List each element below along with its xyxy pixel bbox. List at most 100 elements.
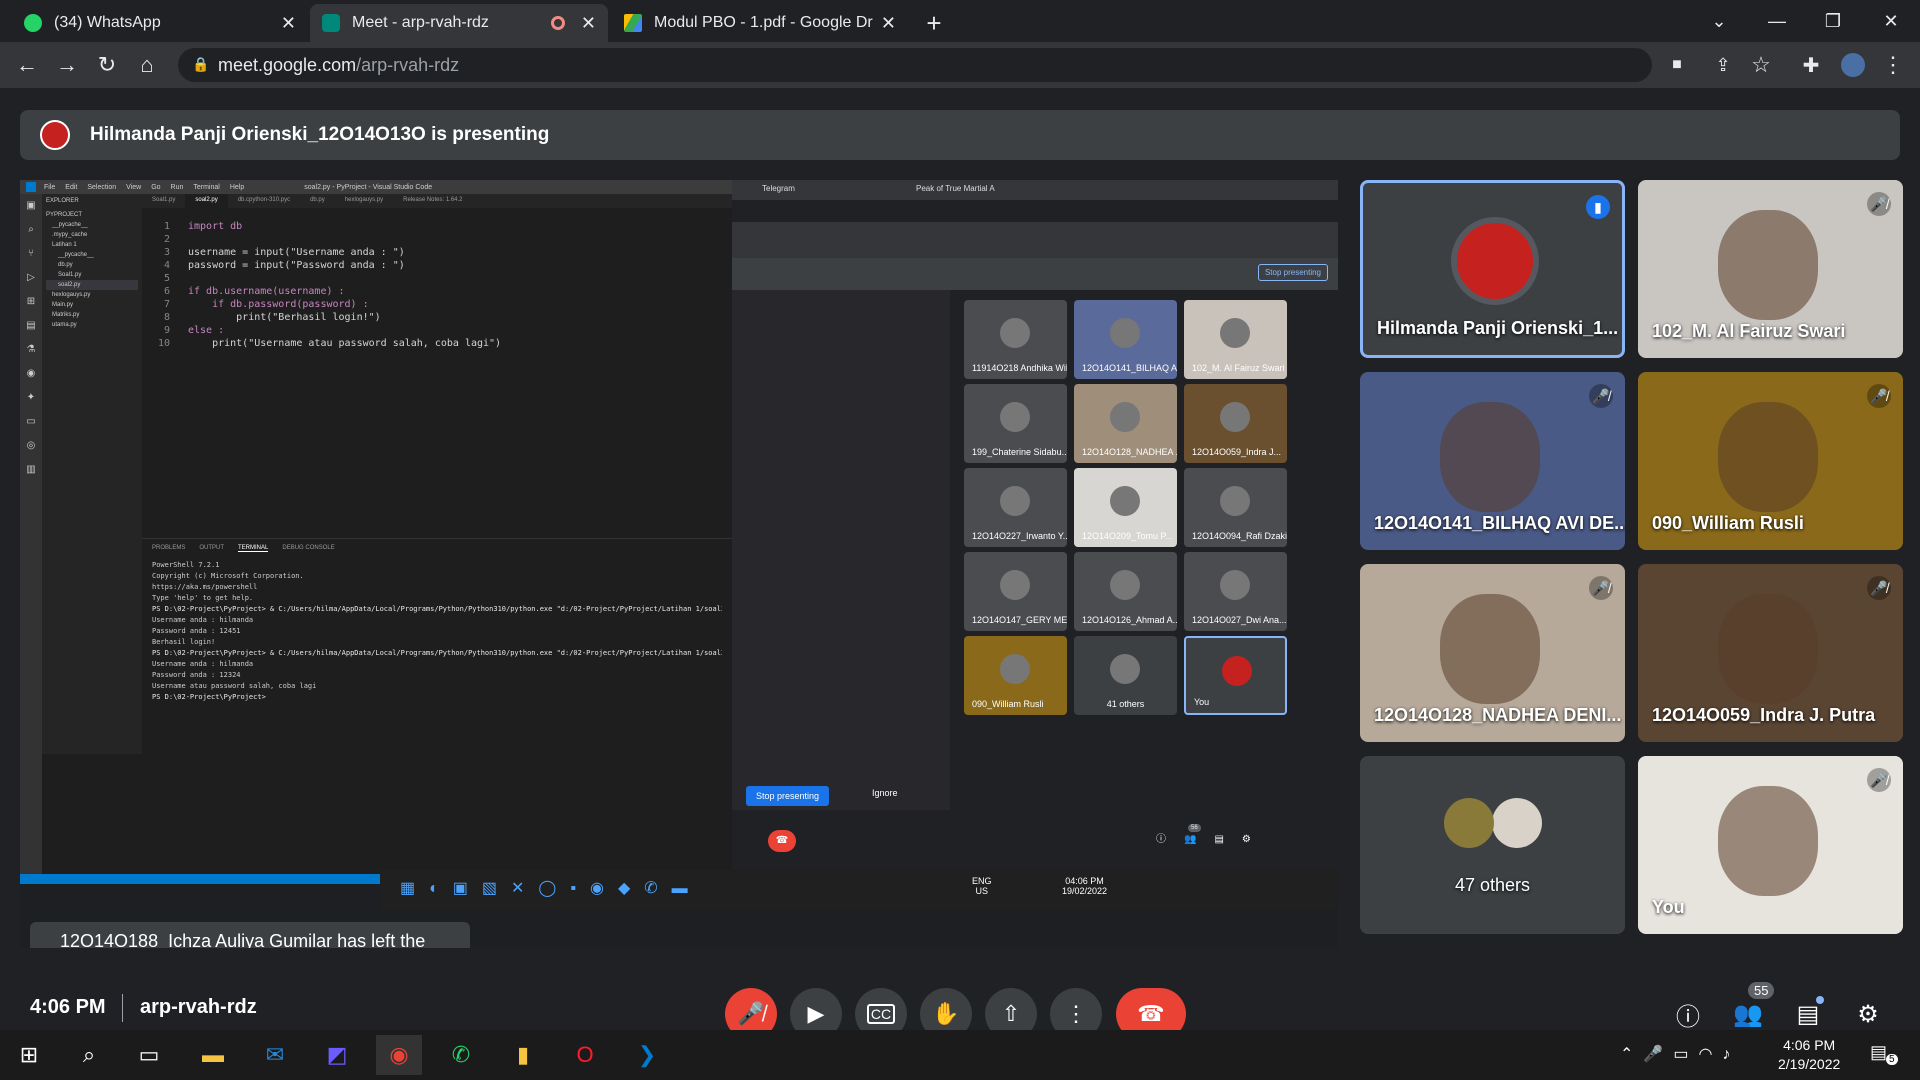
extensions-icon[interactable]: ✚ (1796, 50, 1826, 80)
tab-whatsapp[interactable]: (34) WhatsApp ✕ (12, 4, 308, 42)
inner-address-bar (732, 200, 1338, 222)
system-tray-icons[interactable]: ⌃🎤▭◠♪ (1620, 1044, 1740, 1064)
back-icon[interactable]: ← (12, 50, 42, 80)
forward-icon[interactable]: → (52, 50, 82, 80)
new-tab-button[interactable]: + (912, 4, 956, 42)
share-icon[interactable]: ⇪ (1708, 50, 1738, 80)
explorer-item[interactable]: soal2.py (46, 280, 138, 290)
menu-selection[interactable]: Selection (87, 184, 116, 191)
menu-kebab-icon[interactable]: ⋮ (1878, 50, 1908, 80)
tab-search-icon[interactable]: ⌄ (1694, 6, 1744, 36)
notification-icon[interactable]: ▤ (1870, 1042, 1887, 1063)
terminal-output[interactable]: PowerShell 7.2.1 Copyright (c) Microsoft … (142, 558, 732, 705)
browser-tab-strip: (34) WhatsApp ✕ Meet - arp-rvah-rdz ✕ Mo… (0, 0, 1920, 42)
menu-file[interactable]: File (44, 184, 55, 191)
muted-mic-icon: 🎤̸ (1589, 576, 1613, 600)
explorer-item[interactable]: utama.py (46, 320, 138, 330)
explorer-item[interactable]: hexlogauys.py (46, 290, 138, 300)
explorer-item[interactable]: Soal1.py (46, 270, 138, 280)
maximize-button[interactable]: ❐ (1808, 6, 1858, 36)
terminal-line: PowerShell 7.2.1 (152, 561, 220, 569)
inner-participant-name: 41 others (1106, 699, 1145, 709)
sticky-notes-icon[interactable]: ▮ (500, 1035, 546, 1075)
tab-meet[interactable]: Meet - arp-rvah-rdz ✕ (310, 4, 608, 42)
participant-tile[interactable]: 12O14O059_Indra J. Putra 🎤̸ (1638, 564, 1903, 742)
address-bar-row: ← → ↻ ⌂ 🔒 meet.google.com/arp-rvah-rdz ■… (0, 42, 1920, 88)
menu-terminal[interactable]: Terminal (193, 184, 219, 191)
editor-tab[interactable]: db.cpython-310.pyc (228, 194, 300, 208)
menu-view[interactable]: View (126, 184, 141, 191)
opera-icon[interactable]: O (562, 1035, 608, 1075)
editor-tab[interactable]: Release Notes: 1.64.2 (393, 194, 472, 208)
explorer-item[interactable]: Latihan 1 (46, 240, 138, 250)
chrome-icon[interactable]: ◉ (376, 1035, 422, 1075)
explorer-item[interactable]: __pycache__ (46, 220, 138, 230)
panel-tab[interactable]: PROBLEMS (152, 545, 185, 552)
participant-tile[interactable]: 47 others (1360, 756, 1625, 934)
terminal-line: Username atau password salah, coba lagi (152, 682, 317, 690)
mail-icon[interactable]: ✉ (252, 1035, 298, 1075)
vscode-logo-icon (26, 182, 36, 192)
inner-avatar (1000, 318, 1030, 348)
vscode-taskbar-icon[interactable]: ❯ (624, 1035, 670, 1075)
inner-participant-name: 12O14O059_Indra J... (1192, 447, 1282, 457)
terminal-line: PS D:\02-Project\PyProject> & C:/Users/h… (152, 605, 722, 613)
participant-tile[interactable]: 12O14O128_NADHEA DENI... 🎤̸ (1360, 564, 1625, 742)
home-icon[interactable]: ⌂ (132, 50, 162, 80)
panel-tab[interactable]: TERMINAL (238, 545, 269, 552)
inner-right-icons: ⓘ👥▤⚙ (1156, 834, 1269, 845)
inner-participant-name: 12O14O227_Irwanto Y... (972, 531, 1067, 541)
code-line: 2 (146, 233, 646, 246)
inner-lang: ENG US (972, 876, 992, 896)
taskbar-clock[interactable]: 4:06 PM 2/19/2022 (1778, 1036, 1840, 1074)
activity-icons[interactable]: ▣ ⌕ ⑂ ▷ ⊞ ▤ ⚗ ◉ ✦ ▭ ◎ ▥ (20, 194, 42, 482)
close-tab-icon[interactable]: ✕ (581, 13, 596, 34)
meeting-code: arp-rvah-rdz (140, 996, 257, 1018)
editor-tab[interactable]: hexlogauys.py (335, 194, 393, 208)
app-icon[interactable]: ◩ (314, 1035, 360, 1075)
editor-tab[interactable]: Soal1.py (142, 194, 185, 208)
url-field[interactable]: 🔒 meet.google.com/arp-rvah-rdz (178, 48, 1652, 82)
camera-icon[interactable]: ■ (1662, 50, 1692, 80)
start-icon[interactable]: ⊞ (6, 1035, 52, 1075)
people-icon[interactable]: 👥 (1730, 996, 1766, 1032)
whatsapp-taskbar-icon[interactable]: ✆ (438, 1035, 484, 1075)
search-icon[interactable]: ⌕ (66, 1035, 112, 1075)
inner-participant-tile: 12O14O128_NADHEA ... (1074, 384, 1177, 463)
panel-tab[interactable]: OUTPUT (199, 545, 224, 552)
editor-tab[interactable]: soal2.py (185, 194, 228, 208)
close-tab-icon[interactable]: ✕ (281, 13, 296, 34)
reload-icon[interactable]: ↻ (92, 50, 122, 80)
tab-drive[interactable]: Modul PBO - 1.pdf - Google Driv ✕ (612, 4, 908, 42)
participant-tile[interactable]: 12O14O141_BILHAQ AVI DE... 🎤̸ (1360, 372, 1625, 550)
explorer-item[interactable]: __pycache__ (46, 250, 138, 260)
participant-tile[interactable]: 102_M. Al Fairuz Swari 🎤̸ (1638, 180, 1903, 358)
code-editor[interactable]: 1 import db 2 3 username = input("Username a… (146, 220, 646, 360)
explorer-item[interactable]: PYPROJECT (46, 210, 138, 220)
close-window-button[interactable]: ✕ (1866, 6, 1916, 36)
inner-presenting-bar: Stop presenting (732, 258, 1338, 290)
code-text: else : (188, 325, 225, 336)
editor-tab[interactable]: db.py (300, 194, 335, 208)
activities-icon[interactable]: ⚙ (1850, 996, 1886, 1032)
explorer-item[interactable]: db.py (46, 260, 138, 270)
participant-tile[interactable]: 090_William Rusli 🎤̸ (1638, 372, 1903, 550)
meeting-details-icon[interactable]: ⓘ (1670, 996, 1706, 1032)
participant-tile[interactable]: Hilmanda Panji Orienski_1... ▮ (1360, 180, 1625, 358)
participant-name: 12O14O141_BILHAQ AVI DE... (1374, 513, 1625, 533)
menu-run[interactable]: Run (171, 184, 184, 191)
file-explorer-icon[interactable]: ▬ (190, 1035, 236, 1075)
profile-avatar[interactable] (1838, 50, 1868, 80)
task-view-icon[interactable]: ▭ (126, 1035, 172, 1075)
participant-tile[interactable]: You 🎤̸ (1638, 756, 1903, 934)
menu-edit[interactable]: Edit (65, 184, 77, 191)
explorer-item[interactable]: Matriks.py (46, 310, 138, 320)
minimize-button[interactable]: — (1752, 6, 1802, 36)
menu-help[interactable]: Help (230, 184, 244, 191)
bookmark-star-icon[interactable]: ☆ (1746, 50, 1776, 80)
explorer-item[interactable]: Main.py (46, 300, 138, 310)
panel-tab[interactable]: DEBUG CONSOLE (282, 545, 334, 552)
menu-go[interactable]: Go (151, 184, 160, 191)
close-tab-icon[interactable]: ✕ (881, 13, 896, 34)
explorer-item[interactable]: .mypy_cache (46, 230, 138, 240)
